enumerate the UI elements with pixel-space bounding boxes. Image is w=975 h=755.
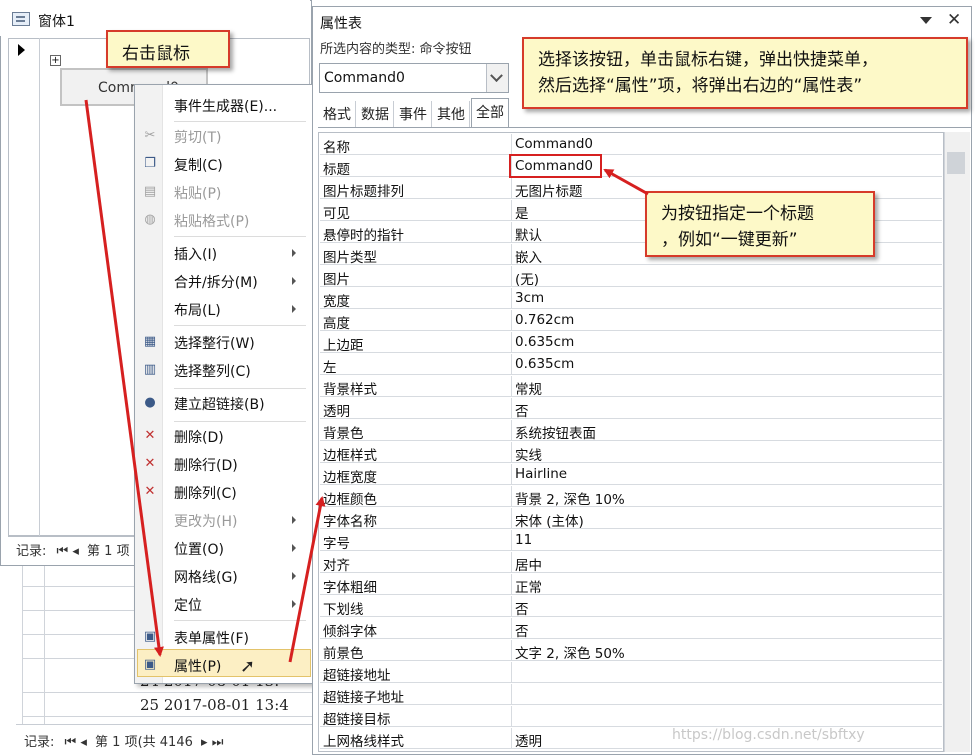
annotation-arrows [84,99,649,663]
arrow-to-menu-properties [84,99,164,657]
arrow-to-property-sheet [288,496,326,663]
arrow-to-caption-value [603,168,649,196]
watermark-text: https://blog.csdn.net/sbftxy [672,727,865,743]
